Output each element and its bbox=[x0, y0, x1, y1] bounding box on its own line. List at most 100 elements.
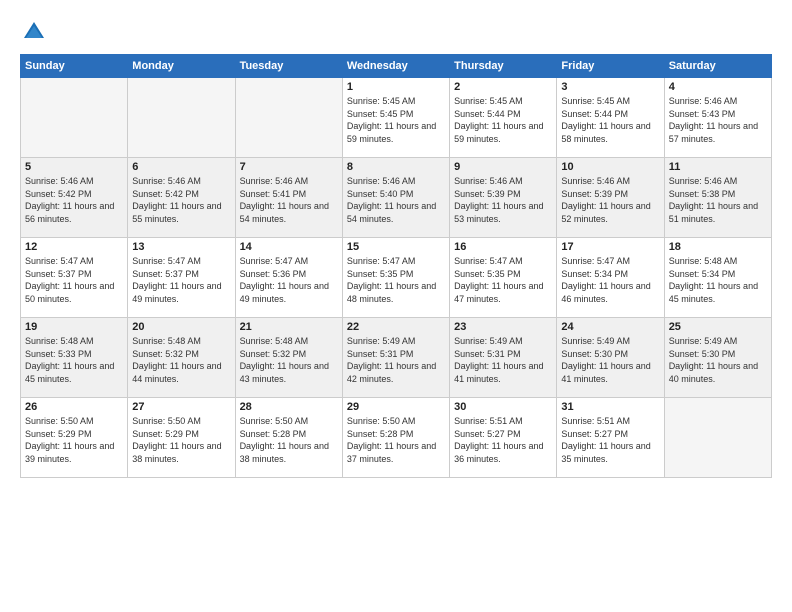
calendar-cell: 10 Sunrise: 5:46 AM Sunset: 5:39 PM Dayli… bbox=[557, 158, 664, 238]
day-info: Sunrise: 5:51 AM Sunset: 5:27 PM Dayligh… bbox=[454, 415, 552, 465]
day-number: 2 bbox=[454, 81, 552, 93]
day-number: 29 bbox=[347, 401, 445, 413]
day-number: 12 bbox=[25, 241, 123, 253]
calendar-cell: 16 Sunrise: 5:47 AM Sunset: 5:35 PM Dayli… bbox=[450, 238, 557, 318]
calendar-cell bbox=[664, 398, 771, 478]
calendar-cell: 9 Sunrise: 5:46 AM Sunset: 5:39 PM Daylig… bbox=[450, 158, 557, 238]
calendar-cell bbox=[235, 78, 342, 158]
logo bbox=[20, 18, 52, 46]
day-number: 15 bbox=[347, 241, 445, 253]
day-info: Sunrise: 5:47 AM Sunset: 5:34 PM Dayligh… bbox=[561, 255, 659, 305]
calendar-cell: 6Sunrise: 5:46 AM Sunset: 5:42 PM Daylig… bbox=[128, 158, 235, 238]
calendar-cell: 21 Sunrise: 5:48 AM Sunset: 5:32 PM Dayli… bbox=[235, 318, 342, 398]
day-number: 17 bbox=[561, 241, 659, 253]
day-info: Sunrise: 5:47 AM Sunset: 5:37 PM Dayligh… bbox=[132, 255, 230, 305]
logo-icon bbox=[20, 18, 48, 46]
day-number: 7 bbox=[240, 161, 338, 173]
day-number: 28 bbox=[240, 401, 338, 413]
day-number: 1 bbox=[347, 81, 445, 93]
calendar-cell: 29 Sunrise: 5:50 AM Sunset: 5:28 PM Dayli… bbox=[342, 398, 449, 478]
day-number: 31 bbox=[561, 401, 659, 413]
calendar-cell: 1Sunrise: 5:45 AM Sunset: 5:45 PM Daylig… bbox=[342, 78, 449, 158]
calendar-week-4: 19 Sunrise: 5:48 AM Sunset: 5:33 PM Dayli… bbox=[21, 318, 772, 398]
calendar-body: 1Sunrise: 5:45 AM Sunset: 5:45 PM Daylig… bbox=[21, 78, 772, 478]
calendar-cell: 3Sunrise: 5:45 AM Sunset: 5:44 PM Daylig… bbox=[557, 78, 664, 158]
day-number: 4 bbox=[669, 81, 767, 93]
calendar-cell: 5Sunrise: 5:46 AM Sunset: 5:42 PM Daylig… bbox=[21, 158, 128, 238]
page: SundayMondayTuesdayWednesdayThursdayFrid… bbox=[0, 0, 792, 612]
day-info: Sunrise: 5:46 AM Sunset: 5:42 PM Dayligh… bbox=[25, 175, 123, 225]
day-info: Sunrise: 5:50 AM Sunset: 5:29 PM Dayligh… bbox=[25, 415, 123, 465]
day-number: 19 bbox=[25, 321, 123, 333]
calendar-cell: 20 Sunrise: 5:48 AM Sunset: 5:32 PM Dayli… bbox=[128, 318, 235, 398]
day-info: Sunrise: 5:47 AM Sunset: 5:35 PM Dayligh… bbox=[347, 255, 445, 305]
calendar-cell: 12 Sunrise: 5:47 AM Sunset: 5:37 PM Dayli… bbox=[21, 238, 128, 318]
weekday-header-sunday: Sunday bbox=[21, 55, 128, 78]
calendar-cell: 30 Sunrise: 5:51 AM Sunset: 5:27 PM Dayli… bbox=[450, 398, 557, 478]
calendar-cell: 13 Sunrise: 5:47 AM Sunset: 5:37 PM Dayli… bbox=[128, 238, 235, 318]
day-info: Sunrise: 5:46 AM Sunset: 5:41 PM Dayligh… bbox=[240, 175, 338, 225]
day-info: Sunrise: 5:49 AM Sunset: 5:31 PM Dayligh… bbox=[347, 335, 445, 385]
day-number: 14 bbox=[240, 241, 338, 253]
weekday-row: SundayMondayTuesdayWednesdayThursdayFrid… bbox=[21, 55, 772, 78]
day-info: Sunrise: 5:47 AM Sunset: 5:35 PM Dayligh… bbox=[454, 255, 552, 305]
day-number: 26 bbox=[25, 401, 123, 413]
calendar-week-1: 1Sunrise: 5:45 AM Sunset: 5:45 PM Daylig… bbox=[21, 78, 772, 158]
day-number: 21 bbox=[240, 321, 338, 333]
calendar-cell: 28 Sunrise: 5:50 AM Sunset: 5:28 PM Dayli… bbox=[235, 398, 342, 478]
calendar-cell: 7 Sunrise: 5:46 AM Sunset: 5:41 PM Daylig… bbox=[235, 158, 342, 238]
day-info: Sunrise: 5:46 AM Sunset: 5:42 PM Dayligh… bbox=[132, 175, 230, 225]
day-info: Sunrise: 5:46 AM Sunset: 5:39 PM Dayligh… bbox=[454, 175, 552, 225]
weekday-header-wednesday: Wednesday bbox=[342, 55, 449, 78]
day-info: Sunrise: 5:50 AM Sunset: 5:28 PM Dayligh… bbox=[240, 415, 338, 465]
calendar-week-3: 12 Sunrise: 5:47 AM Sunset: 5:37 PM Dayli… bbox=[21, 238, 772, 318]
calendar-cell: 14 Sunrise: 5:47 AM Sunset: 5:36 PM Dayli… bbox=[235, 238, 342, 318]
weekday-header-thursday: Thursday bbox=[450, 55, 557, 78]
day-info: Sunrise: 5:49 AM Sunset: 5:30 PM Dayligh… bbox=[669, 335, 767, 385]
day-info: Sunrise: 5:48 AM Sunset: 5:32 PM Dayligh… bbox=[132, 335, 230, 385]
calendar-cell: 4Sunrise: 5:46 AM Sunset: 5:43 PM Daylig… bbox=[664, 78, 771, 158]
day-info: Sunrise: 5:49 AM Sunset: 5:30 PM Dayligh… bbox=[561, 335, 659, 385]
calendar-cell: 27 Sunrise: 5:50 AM Sunset: 5:29 PM Dayli… bbox=[128, 398, 235, 478]
calendar-week-5: 26 Sunrise: 5:50 AM Sunset: 5:29 PM Dayli… bbox=[21, 398, 772, 478]
calendar-week-2: 5Sunrise: 5:46 AM Sunset: 5:42 PM Daylig… bbox=[21, 158, 772, 238]
day-number: 27 bbox=[132, 401, 230, 413]
day-number: 8 bbox=[347, 161, 445, 173]
day-info: Sunrise: 5:48 AM Sunset: 5:33 PM Dayligh… bbox=[25, 335, 123, 385]
calendar-cell: 24 Sunrise: 5:49 AM Sunset: 5:30 PM Dayli… bbox=[557, 318, 664, 398]
day-info: Sunrise: 5:47 AM Sunset: 5:37 PM Dayligh… bbox=[25, 255, 123, 305]
weekday-header-monday: Monday bbox=[128, 55, 235, 78]
calendar-cell: 8 Sunrise: 5:46 AM Sunset: 5:40 PM Daylig… bbox=[342, 158, 449, 238]
day-info: Sunrise: 5:46 AM Sunset: 5:39 PM Dayligh… bbox=[561, 175, 659, 225]
calendar-cell: 2Sunrise: 5:45 AM Sunset: 5:44 PM Daylig… bbox=[450, 78, 557, 158]
calendar-cell: 26 Sunrise: 5:50 AM Sunset: 5:29 PM Dayli… bbox=[21, 398, 128, 478]
day-info: Sunrise: 5:48 AM Sunset: 5:34 PM Dayligh… bbox=[669, 255, 767, 305]
calendar-cell: 23Sunrise: 5:49 AM Sunset: 5:31 PM Dayli… bbox=[450, 318, 557, 398]
day-info: Sunrise: 5:46 AM Sunset: 5:40 PM Dayligh… bbox=[347, 175, 445, 225]
calendar-cell: 19 Sunrise: 5:48 AM Sunset: 5:33 PM Dayli… bbox=[21, 318, 128, 398]
weekday-header-saturday: Saturday bbox=[664, 55, 771, 78]
day-info: Sunrise: 5:47 AM Sunset: 5:36 PM Dayligh… bbox=[240, 255, 338, 305]
day-number: 9 bbox=[454, 161, 552, 173]
calendar-cell: 31 Sunrise: 5:51 AM Sunset: 5:27 PM Dayli… bbox=[557, 398, 664, 478]
calendar-cell: 25 Sunrise: 5:49 AM Sunset: 5:30 PM Dayli… bbox=[664, 318, 771, 398]
day-number: 3 bbox=[561, 81, 659, 93]
day-number: 20 bbox=[132, 321, 230, 333]
day-info: Sunrise: 5:50 AM Sunset: 5:28 PM Dayligh… bbox=[347, 415, 445, 465]
day-number: 30 bbox=[454, 401, 552, 413]
calendar-header: SundayMondayTuesdayWednesdayThursdayFrid… bbox=[21, 55, 772, 78]
day-number: 25 bbox=[669, 321, 767, 333]
day-info: Sunrise: 5:48 AM Sunset: 5:32 PM Dayligh… bbox=[240, 335, 338, 385]
day-number: 13 bbox=[132, 241, 230, 253]
day-number: 11 bbox=[669, 161, 767, 173]
calendar-cell bbox=[128, 78, 235, 158]
day-info: Sunrise: 5:51 AM Sunset: 5:27 PM Dayligh… bbox=[561, 415, 659, 465]
day-number: 10 bbox=[561, 161, 659, 173]
day-number: 16 bbox=[454, 241, 552, 253]
day-number: 24 bbox=[561, 321, 659, 333]
header bbox=[20, 18, 772, 46]
weekday-header-friday: Friday bbox=[557, 55, 664, 78]
day-info: Sunrise: 5:46 AM Sunset: 5:38 PM Dayligh… bbox=[669, 175, 767, 225]
calendar-cell: 17 Sunrise: 5:47 AM Sunset: 5:34 PM Dayli… bbox=[557, 238, 664, 318]
day-info: Sunrise: 5:50 AM Sunset: 5:29 PM Dayligh… bbox=[132, 415, 230, 465]
